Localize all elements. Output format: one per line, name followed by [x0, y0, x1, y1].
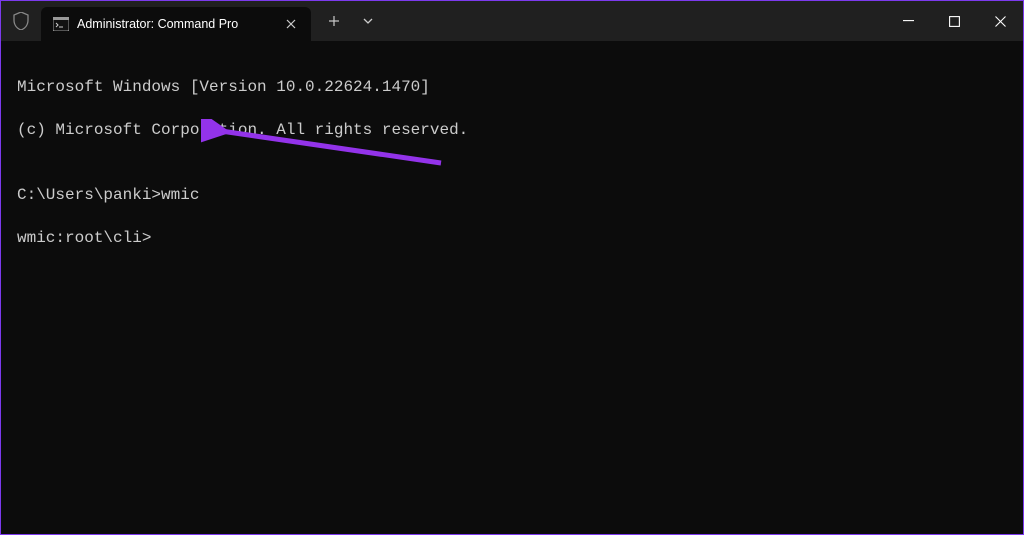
terminal-output[interactable]: Microsoft Windows [Version 10.0.22624.14…: [1, 41, 1023, 534]
minimize-button[interactable]: [885, 1, 931, 41]
maximize-button[interactable]: [931, 1, 977, 41]
tab-close-button[interactable]: [281, 14, 301, 34]
new-tab-button[interactable]: [317, 4, 351, 38]
close-icon: [286, 19, 296, 29]
terminal-line: Microsoft Windows [Version 10.0.22624.14…: [17, 77, 1007, 99]
tab-active[interactable]: Administrator: Command Pro: [41, 7, 311, 41]
maximize-icon: [949, 16, 960, 27]
close-icon: [995, 16, 1006, 27]
terminal-line: (c) Microsoft Corporation. All rights re…: [17, 120, 1007, 142]
app-shield-icon: [1, 1, 41, 41]
chevron-down-icon: [363, 18, 373, 24]
prompt-path: C:\Users\panki>: [17, 186, 161, 204]
terminal-prompt-line: wmic:root\cli>: [17, 228, 1007, 250]
terminal-prompt-line: C:\Users\panki>wmic: [17, 185, 1007, 207]
tab-title: Administrator: Command Pro: [77, 17, 281, 31]
tab-actions: [317, 1, 385, 41]
terminal-icon: [53, 16, 69, 32]
prompt-command: wmic: [161, 186, 199, 204]
titlebar: Administrator: Command Pro: [1, 1, 1023, 41]
close-window-button[interactable]: [977, 1, 1023, 41]
tab-dropdown-button[interactable]: [351, 4, 385, 38]
window-controls: [885, 1, 1023, 41]
minimize-icon: [903, 20, 914, 21]
plus-icon: [328, 15, 340, 27]
